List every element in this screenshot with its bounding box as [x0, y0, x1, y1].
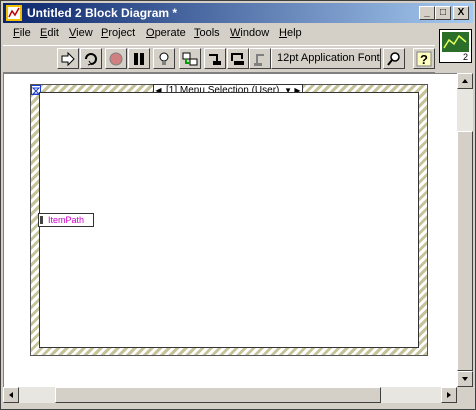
step-out-button[interactable]	[249, 48, 271, 69]
event-data-node[interactable]: ItemPath	[38, 213, 94, 227]
vi-icon[interactable]: 2	[439, 29, 472, 63]
pause-button[interactable]	[128, 48, 150, 69]
scroll-down-button[interactable]	[457, 371, 473, 387]
vi-number: 2	[462, 52, 468, 62]
search-icon	[387, 52, 400, 66]
menu-view[interactable]: View	[69, 27, 93, 39]
terminal-icon	[40, 216, 43, 224]
scroll-left-button[interactable]	[3, 387, 19, 403]
vertical-scrollbar[interactable]	[457, 73, 473, 387]
search-button[interactable]	[383, 48, 405, 69]
window-title: Untitled 2 Block Diagram *	[27, 6, 178, 20]
step-into-button[interactable]	[204, 48, 226, 69]
text-settings-dropdown[interactable]: 12pt Application Font	[271, 48, 381, 69]
title-bar[interactable]: Untitled 2 Block Diagram * _ □ X	[3, 3, 473, 23]
arrow-right-icon	[447, 392, 451, 398]
scroll-up-button[interactable]	[457, 73, 473, 89]
toolbar: 12pt Application Font ?	[3, 45, 435, 73]
step-over-icon	[231, 53, 244, 65]
close-button[interactable]: X	[453, 6, 469, 20]
retain-wire-values-button[interactable]	[179, 48, 201, 69]
event-case-frame[interactable]	[39, 92, 419, 348]
horizontal-scroll-thumb[interactable]	[55, 387, 381, 403]
context-help-button[interactable]: ?	[413, 48, 435, 69]
horizontal-scrollbar[interactable]	[3, 387, 457, 403]
pause-icon	[134, 53, 144, 65]
maximize-icon: □	[439, 7, 447, 18]
menu-project[interactable]: Project	[101, 27, 135, 39]
menu-file[interactable]: File	[13, 27, 31, 39]
arrow-left-icon	[9, 392, 13, 398]
run-button[interactable]	[57, 48, 79, 69]
item-path-label: ItemPath	[48, 215, 85, 225]
block-diagram-canvas[interactable]: ◀ [1] Menu Selection (User) ▼ ▶ ItemPath	[3, 73, 457, 387]
event-structure[interactable]: ◀ [1] Menu Selection (User) ▼ ▶ ItemPath	[30, 84, 428, 356]
menu-edit[interactable]: Edit	[40, 27, 59, 39]
menu-operate[interactable]: Operate	[146, 27, 186, 39]
context-help-icon: ?	[416, 51, 432, 67]
svg-text:?: ?	[420, 52, 428, 67]
vertical-scroll-thumb[interactable]	[457, 131, 473, 371]
scroll-right-button[interactable]	[441, 387, 457, 403]
arrow-up-icon	[462, 79, 468, 83]
menu-tools[interactable]: Tools	[194, 27, 220, 39]
highlight-execution-icon	[159, 52, 169, 65]
run-continuously-button[interactable]	[80, 48, 102, 69]
block-diagram-window: Untitled 2 Block Diagram * _ □ X File Ed…	[0, 0, 476, 410]
menu-window[interactable]: Window	[230, 27, 269, 39]
menu-bar: File Edit View Project Operate Tools Win…	[3, 25, 435, 44]
minimize-button[interactable]: _	[419, 6, 435, 20]
step-over-button[interactable]	[227, 48, 249, 69]
step-into-icon	[209, 54, 221, 65]
run-arrow-icon	[61, 51, 75, 67]
retain-wire-values-icon	[182, 52, 198, 66]
step-out-icon	[254, 54, 264, 66]
menu-help[interactable]: Help	[279, 27, 302, 39]
abort-button[interactable]	[105, 48, 127, 69]
maximize-button[interactable]: □	[435, 6, 451, 20]
resize-grip[interactable]	[457, 387, 473, 403]
close-icon: X	[457, 7, 465, 18]
labview-app-icon	[6, 5, 22, 21]
arrow-down-icon	[462, 377, 468, 381]
minimize-icon: _	[424, 7, 430, 18]
run-continuous-icon	[85, 53, 97, 66]
abort-icon	[109, 52, 123, 66]
highlight-execution-button[interactable]	[153, 48, 175, 69]
